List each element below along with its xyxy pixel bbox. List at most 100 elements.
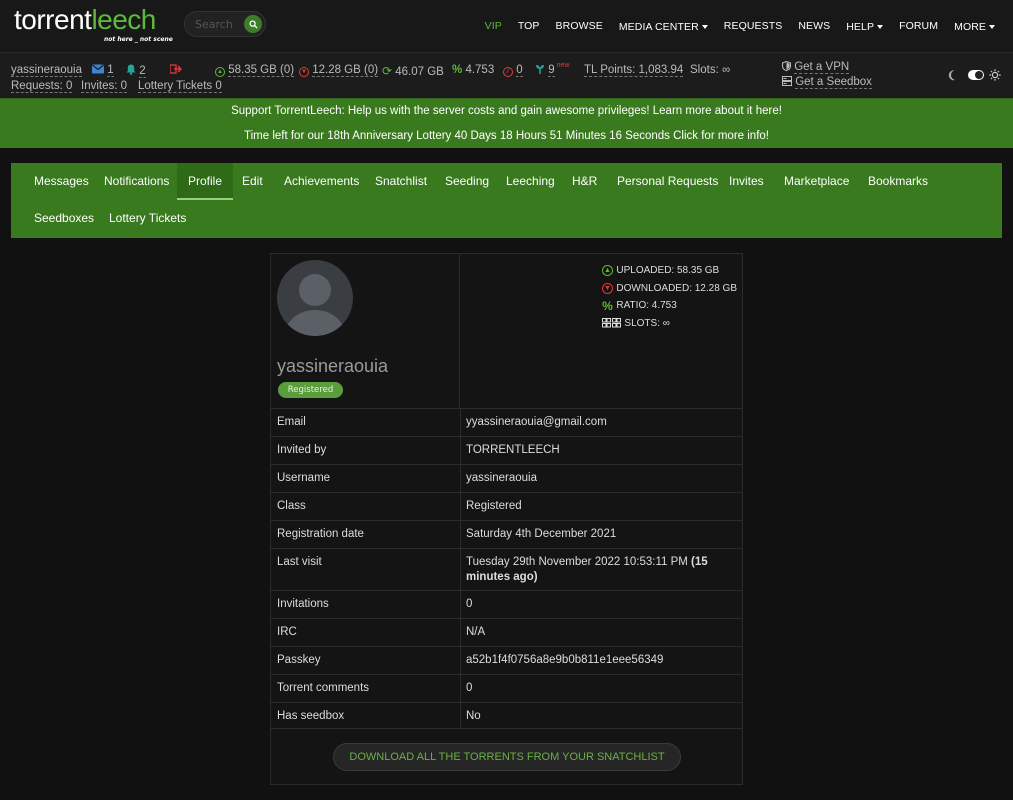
- download-all-button[interactable]: DOWNLOAD ALL THE TORRENTS FROM YOUR SNAT…: [333, 743, 681, 771]
- notifications-link[interactable]: 2: [126, 64, 146, 78]
- info-key: IRC: [277, 626, 297, 638]
- logout-link[interactable]: [169, 64, 183, 77]
- search-button[interactable]: [244, 15, 262, 33]
- info-row-registration-date: Registration date Saturday 4th December …: [271, 520, 742, 548]
- messages-link[interactable]: 1: [92, 64, 114, 77]
- avatar-head-shape: [299, 274, 331, 306]
- nav-media-center[interactable]: MEDIA CENTER: [619, 19, 708, 33]
- tl-points-value: TL Points: 1,083.94: [584, 64, 684, 77]
- new-badge: new: [556, 62, 570, 69]
- hnr-stat[interactable]: ⁄ 0: [503, 64, 523, 77]
- nav-vip[interactable]: VIP: [485, 20, 502, 32]
- logo-text-leech: leech: [91, 4, 156, 35]
- info-key: Registration date: [277, 528, 364, 540]
- nav-help[interactable]: HELP: [846, 19, 884, 33]
- info-value: 0: [466, 598, 473, 610]
- downloaded-stat[interactable]: ▼ 12.28 GB (0): [299, 64, 379, 77]
- seedbox-link[interactable]: Get a Seedbox: [782, 76, 872, 89]
- tab-snatchlist[interactable]: Snatchlist: [364, 163, 438, 200]
- buffer-value: 46.07 GB: [395, 66, 444, 78]
- tab-notifications[interactable]: Notifications: [93, 163, 180, 200]
- arrow-down-circle-icon: ▼: [601, 282, 613, 294]
- seeding-stat[interactable]: 9 new: [535, 62, 570, 77]
- info-value: Saturday 4th December 2021: [466, 528, 617, 540]
- tab-marketplace[interactable]: Marketplace: [773, 163, 860, 200]
- info-key: Email: [277, 416, 306, 428]
- profile-downloaded: ▼ DOWNLOADED: 12.28 GB: [601, 280, 737, 298]
- nav-news[interactable]: NEWS: [798, 20, 830, 32]
- info-key: Last visit: [277, 556, 322, 568]
- tab-messages[interactable]: Messages: [23, 163, 100, 200]
- search-box: [184, 11, 266, 37]
- tab-invites[interactable]: Invites: [718, 163, 775, 200]
- vpn-label: Get a VPN: [794, 61, 850, 74]
- nav-top[interactable]: TOP: [518, 20, 540, 32]
- nav-more[interactable]: MORE: [954, 19, 995, 33]
- avatar: [277, 260, 353, 336]
- requests-value: Requests: 0: [11, 80, 73, 93]
- requests-link[interactable]: Requests: 0: [11, 80, 73, 93]
- profile-panel: yassineraouia Registered ▲ UPLOADED: 58.…: [270, 253, 743, 785]
- hnr-value: 0: [516, 64, 523, 77]
- info-key: Passkey: [277, 654, 321, 666]
- server-icon: [782, 76, 792, 86]
- profile-slots-label: SLOTS: ∞: [624, 317, 670, 329]
- user-link[interactable]: yassineraouia: [11, 64, 82, 77]
- tab-leeching[interactable]: Leeching: [495, 163, 566, 200]
- tab-hr[interactable]: H&R: [561, 163, 608, 200]
- info-key: Class: [277, 500, 306, 512]
- main-nav: VIP TOP BROWSE MEDIA CENTER REQUESTS NEW…: [469, 0, 995, 52]
- info-value: N/A: [466, 626, 486, 638]
- lottery-link[interactable]: Lottery Tickets 0: [138, 80, 222, 93]
- tab-seedboxes[interactable]: Seedboxes: [23, 200, 105, 237]
- sun-icon: [989, 69, 1001, 81]
- site-logo[interactable]: torrentleech not here _ not scene: [14, 4, 173, 43]
- tab-edit[interactable]: Edit: [231, 163, 274, 200]
- info-row-email: Email yyassineraouia@gmail.com: [271, 408, 742, 436]
- downloaded-value: 12.28 GB (0): [312, 64, 379, 77]
- profile-uploaded: ▲ UPLOADED: 58.35 GB: [601, 262, 737, 280]
- announcement-banner: Support TorrentLeech: Help us with the s…: [0, 98, 1013, 148]
- tl-points-link[interactable]: TL Points: 1,083.94: [584, 64, 684, 77]
- tab-achievements[interactable]: Achievements: [273, 163, 370, 200]
- theme-switch[interactable]: [968, 70, 984, 80]
- messages-count: 1: [107, 64, 114, 77]
- envelope-icon: [92, 64, 104, 74]
- uploaded-stat[interactable]: ▲ 58.35 GB (0): [215, 64, 295, 77]
- info-key: Invited by: [277, 444, 327, 456]
- top-navbar: torrentleech not here _ not scene VIP TO…: [0, 0, 1013, 52]
- percent-icon: %: [452, 64, 463, 76]
- lottery-announcement[interactable]: Time left for our 18th Anniversary Lotte…: [0, 130, 1013, 142]
- logo-text-torrent: torrent: [14, 4, 92, 35]
- invites-link[interactable]: Invites: 0: [81, 80, 128, 93]
- profile-username: yassineraouia: [277, 356, 389, 376]
- tab-profile[interactable]: Profile: [177, 163, 234, 200]
- support-announcement[interactable]: Support TorrentLeech: Help us with the s…: [0, 105, 1013, 117]
- uploaded-value: 58.35 GB (0): [228, 64, 295, 77]
- info-row-username: Username yassineraouia: [271, 464, 742, 492]
- shield-icon: [781, 60, 792, 72]
- search-input[interactable]: [195, 17, 241, 31]
- tab-seeding[interactable]: Seeding: [434, 163, 500, 200]
- ratio-value: 4.753: [465, 64, 495, 76]
- profile-downloaded-label: DOWNLOADED: 12.28 GB: [616, 282, 737, 294]
- tab-bookmarks[interactable]: Bookmarks: [857, 163, 939, 200]
- chevron-down-icon: [701, 24, 708, 29]
- sync-icon: ⟳: [382, 64, 393, 78]
- nav-forum[interactable]: FORUM: [899, 20, 938, 32]
- info-row-invitations: Invitations 0: [271, 590, 742, 618]
- theme-toggle[interactable]: [951, 69, 1001, 81]
- info-key: Username: [277, 472, 331, 484]
- info-row-passkey: Passkey a52b1f4f0756a8e9b0b811e1eee56349: [271, 646, 742, 674]
- info-value: No: [466, 710, 481, 722]
- user-stats-bar: yassineraouia 1 2 ▲ 58.35 GB (0) ▼ 12.28…: [0, 52, 1013, 98]
- info-row-class: Class Registered: [271, 492, 742, 520]
- info-row-irc: IRC N/A: [271, 618, 742, 646]
- vpn-link[interactable]: Get a VPN: [781, 60, 850, 74]
- arrow-up-circle-icon: ▲: [601, 265, 613, 277]
- tab-lottery-tickets[interactable]: Lottery Tickets: [98, 200, 197, 237]
- nav-requests[interactable]: REQUESTS: [724, 20, 783, 32]
- nav-browse[interactable]: BROWSE: [556, 20, 603, 32]
- tab-personal-requests[interactable]: Personal Requests: [606, 163, 729, 200]
- info-value[interactable]: TORRENTLEECH: [466, 443, 721, 458]
